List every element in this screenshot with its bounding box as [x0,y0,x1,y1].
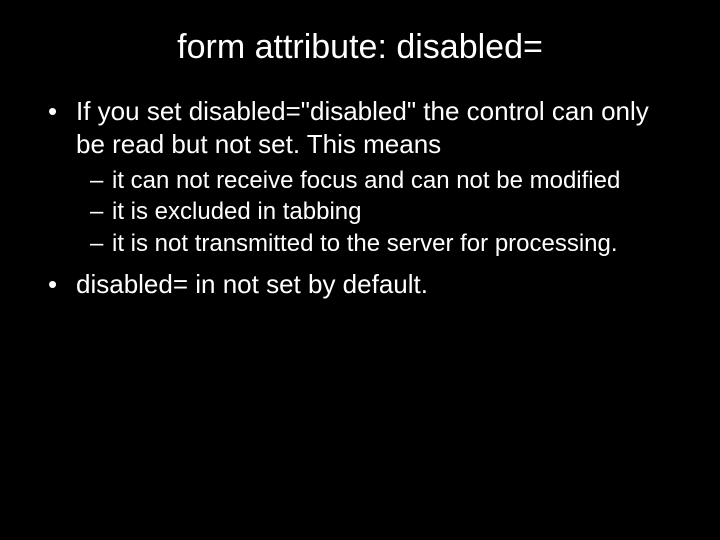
slide: form attribute: disabled= If you set dis… [0,0,720,540]
bullet-item: disabled= in not set by default. [48,268,672,301]
bullet-list: If you set disabled="disabled" the contr… [48,95,672,300]
sub-bullet-list: it can not receive focus and can not be … [76,166,672,258]
bullet-text: If you set disabled="disabled" the contr… [76,96,649,159]
bullet-text: disabled= in not set by default. [76,269,428,299]
bullet-item: If you set disabled="disabled" the contr… [48,95,672,258]
sub-bullet-item: it is not transmitted to the server for … [90,229,672,258]
slide-title: form attribute: disabled= [48,28,672,67]
sub-bullet-item: it is excluded in tabbing [90,197,672,226]
sub-bullet-item: it can not receive focus and can not be … [90,166,672,195]
